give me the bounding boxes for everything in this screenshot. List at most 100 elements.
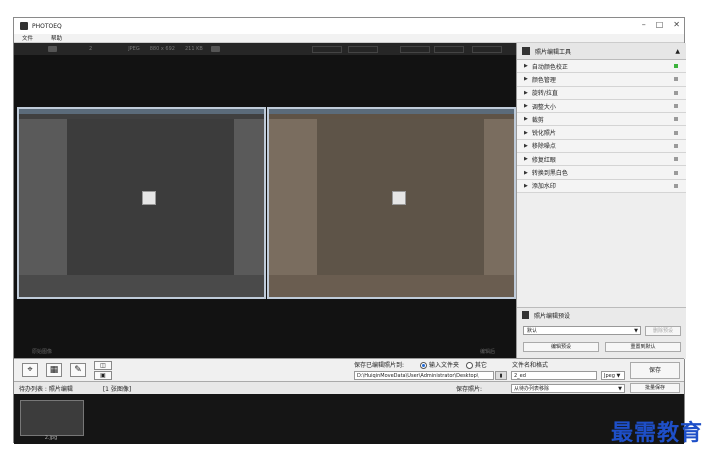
queue-label: 待办列表 : 照片编辑 xyxy=(19,386,73,393)
original-label: 原始图像 xyxy=(32,349,53,355)
tools-title: 照片编辑工具 xyxy=(535,48,572,56)
format-select[interactable]: Jpeg ▼ xyxy=(601,371,625,380)
info-icon xyxy=(210,46,220,52)
tool-item[interactable]: ▶ 颜色管理 xyxy=(517,73,686,87)
tool-item[interactable]: ▶ 旋转/拉直 xyxy=(517,86,686,100)
original-image-pane[interactable] xyxy=(17,107,266,299)
minimize-icon[interactable]: – xyxy=(642,20,646,29)
single-view-icon[interactable]: ▣ xyxy=(94,371,112,380)
tool-label: 旋转/拉直 xyxy=(531,90,558,98)
tool-label: 自动颜色校正 xyxy=(531,63,568,71)
tool-label: 修复红眼 xyxy=(531,156,556,164)
tool-label: 移除噪点 xyxy=(531,143,556,151)
tool-label: 锐化照片 xyxy=(531,130,556,138)
queue-count: [1 张图像] xyxy=(102,386,132,393)
close-icon[interactable]: ✕ xyxy=(673,20,680,29)
tool-item[interactable]: ▶ 调整大小 xyxy=(517,99,686,114)
status-indicator-icon xyxy=(674,143,678,148)
presets-icon xyxy=(522,311,529,319)
reset-default-button[interactable]: 重置到默认 xyxy=(605,342,681,352)
status-indicator-icon xyxy=(674,157,678,162)
tool-item[interactable]: ▶ 裁剪 xyxy=(517,113,686,127)
tool-label: 调整大小 xyxy=(531,103,556,111)
status-indicator-icon xyxy=(674,183,678,188)
camera-icon xyxy=(48,46,57,52)
radio-other[interactable]: 其它 xyxy=(465,362,487,369)
tool-label: 裁剪 xyxy=(531,116,544,124)
filename-field[interactable]: 2_ed xyxy=(511,371,597,380)
batch-save-button[interactable]: 批量保存 xyxy=(630,383,680,393)
presets-title: 照片编辑预设 xyxy=(534,312,571,320)
save-to-label: 保存已编辑照片到: xyxy=(354,362,405,369)
menu-file[interactable]: 文件 xyxy=(22,34,33,42)
view-toggle-button[interactable] xyxy=(312,46,342,53)
preset-select[interactable]: 默认 ▼ xyxy=(523,326,641,335)
expand-arrow-icon: ▶ xyxy=(524,116,528,123)
title-bar: PHOTOEQ – □ ✕ xyxy=(14,18,684,34)
tool-item[interactable]: ▶ 自动颜色校正 xyxy=(517,60,686,74)
format-value: Jpeg xyxy=(604,373,615,379)
save-settings: 保存已编辑照片到: 输入文件夹 其它 xyxy=(354,360,487,369)
view-toggle-button[interactable] xyxy=(434,46,464,53)
queue-area: 2.jpg xyxy=(14,394,684,444)
status-indicator-icon xyxy=(674,130,678,135)
bottom-toolbar: ⌖ ▦ ✎ ◫ ▣ 保存已编辑照片到: 输入文件夹 其它 文件名和格式 D:\H… xyxy=(14,358,684,382)
tool-item[interactable]: ▶ 转换到黑白色 xyxy=(517,166,686,180)
status-indicator-icon xyxy=(674,64,678,69)
expand-arrow-icon: ▶ xyxy=(524,76,528,83)
status-indicator-icon xyxy=(674,104,678,109)
expand-arrow-icon: ▶ xyxy=(524,156,528,163)
menu-bar: 文件 帮助 xyxy=(14,34,684,43)
chevron-down-icon: ▼ xyxy=(634,328,638,334)
collapse-icon[interactable]: ▲ xyxy=(675,48,680,55)
tools-sidebar: 照片编辑工具 ▲ ▶ 自动颜色校正 ▶ 颜色管理 ▶ 旋转/拉直 ▶ 调整大小 ▶ 裁剪 ▶ 锐化照片… xyxy=(516,43,686,359)
view-toggle-button[interactable] xyxy=(348,46,378,53)
tools-icon xyxy=(522,47,530,55)
app-logo-icon xyxy=(20,22,28,30)
tool-label: 转换到黑白色 xyxy=(531,170,568,178)
image-dimensions: 880 x 692 xyxy=(149,46,175,52)
save-photos-value: 从待办列表移除 xyxy=(514,386,550,392)
compare-view-icon[interactable]: ◫ xyxy=(94,361,112,370)
edited-image-pane[interactable] xyxy=(267,107,516,299)
status-indicator-icon xyxy=(674,90,678,95)
tool-label: 颜色管理 xyxy=(531,76,556,84)
tool-item[interactable]: ▶ 添加水印 xyxy=(517,179,686,193)
expand-arrow-icon: ▶ xyxy=(524,129,528,136)
expand-arrow-icon: ▶ xyxy=(524,169,528,176)
view-toggle-button[interactable] xyxy=(472,46,502,53)
save-photos-select[interactable]: 从待办列表移除 ▼ xyxy=(511,384,625,393)
status-indicator-icon xyxy=(674,77,678,82)
tool-item[interactable]: ▶ 修复红眼 xyxy=(517,153,686,167)
tool-item[interactable]: ▶ 锐化照片 xyxy=(517,126,686,140)
image-count: 2 xyxy=(89,46,93,52)
thumbnail-label: 2.jpg xyxy=(44,435,58,441)
queue-thumbnail[interactable] xyxy=(20,400,84,436)
window-title: PHOTOEQ xyxy=(32,22,62,30)
maximize-icon[interactable]: □ xyxy=(656,20,664,29)
save-path-field[interactable]: D:\HuiqinMoveData\User\Administrator\Des… xyxy=(354,371,494,380)
radio-input-label: 输入文件夹 xyxy=(428,362,459,369)
save-photos-label: 保存照片: xyxy=(456,386,483,393)
image-format: JPEG xyxy=(128,46,140,52)
tools-header[interactable]: 照片编辑工具 ▲ xyxy=(517,43,686,60)
tool-label: 添加水印 xyxy=(531,183,556,191)
edited-label: 编辑后 xyxy=(480,349,496,355)
radio-input-folder[interactable]: 输入文件夹 xyxy=(419,362,459,369)
view-toggle-button[interactable] xyxy=(400,46,430,53)
image-info-bar: 2 JPEG 880 x 692 211 KB xyxy=(14,43,516,55)
edit-preset-button[interactable]: 编辑预设 xyxy=(523,342,599,352)
expand-arrow-icon: ▶ xyxy=(524,63,528,70)
expand-arrow-icon: ▶ xyxy=(524,103,528,110)
zoom-icon[interactable]: ⌖ xyxy=(22,363,38,377)
presets-panel: 照片编辑预设 默认 ▼ 删除预设 编辑预设 重置到默认 xyxy=(517,307,686,359)
histogram-icon[interactable]: ▦ xyxy=(46,363,62,377)
save-button[interactable]: 保存 xyxy=(630,362,680,379)
expand-arrow-icon: ▶ xyxy=(524,182,528,189)
edit-pen-icon[interactable]: ✎ xyxy=(70,363,86,377)
delete-preset-button[interactable]: 删除预设 xyxy=(645,326,681,336)
menu-help[interactable]: 帮助 xyxy=(51,34,62,42)
folder-icon[interactable]: ▮ xyxy=(495,371,507,380)
tool-item[interactable]: ▶ 移除噪点 xyxy=(517,139,686,154)
app-window: PHOTOEQ – □ ✕ 文件 帮助 2 JPEG 880 x 692 211… xyxy=(13,17,686,444)
